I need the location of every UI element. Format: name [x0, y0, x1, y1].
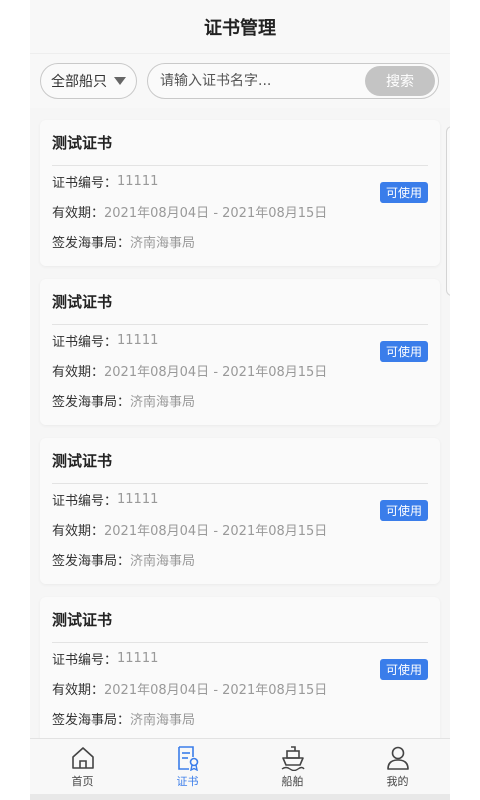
certificate-issuer-label: 签发海事局：: [52, 712, 131, 728]
page-title: 证书管理: [204, 17, 276, 39]
certificate-icon: [177, 745, 198, 771]
certificate-number-label: 证书编号：: [52, 652, 118, 668]
certificate-validity-label: 有效期：: [52, 364, 105, 380]
certificate-validity: 2021年08月04日 - 2021年08月15日: [104, 682, 328, 698]
certificate-number-row: 证书编号： 11111: [52, 643, 428, 673]
certificate-number-row: 证书编号： 11111: [52, 166, 428, 196]
certificate-issuer-row: 签发海事局： 济南海事局: [52, 544, 428, 574]
system-nav-strip: [30, 794, 450, 800]
certificate-issuer-label: 签发海事局：: [52, 394, 131, 410]
certificate-number: 11111: [117, 650, 159, 666]
certificate-issuer-row: 签发海事局： 济南海事局: [52, 703, 428, 733]
tab-certificate[interactable]: 证书: [135, 739, 240, 794]
app-header: 证书管理: [30, 0, 450, 54]
tab-mine-label: 我的: [386, 774, 409, 788]
status-badge: 可使用: [379, 182, 428, 203]
certificate-number-row: 证书编号： 11111: [52, 325, 428, 355]
certificate-validity-label: 有效期：: [52, 523, 105, 539]
search-button[interactable]: 搜索: [365, 66, 435, 96]
certificate-issuer-row: 签发海事局： 济南海事局: [52, 385, 428, 415]
ship-filter-value: 全部船只: [51, 74, 107, 90]
tab-ship[interactable]: 船舶: [240, 739, 345, 794]
filter-bar: 全部船只 搜索: [30, 54, 450, 296]
certificate-number-label: 证书编号：: [52, 493, 118, 509]
app-frame: 证书管理 全部船只 搜索 测试证书 证书编号： 11111 有效期： 2021年…: [30, 0, 450, 800]
certificate-issuer: 济南海事局: [130, 712, 196, 728]
certificate-number: 11111: [117, 491, 159, 507]
certificate-validity-label: 有效期：: [52, 205, 105, 221]
certificate-issuer: 济南海事局: [130, 235, 196, 251]
certificate-issuer-row: 签发海事局： 济南海事局: [52, 226, 428, 256]
certificate-number-row: 证书编号： 11111: [52, 484, 428, 514]
certificate-validity-row: 有效期： 2021年08月04日 - 2021年08月15日: [52, 196, 428, 226]
certificate-validity: 2021年08月04日 - 2021年08月15日: [104, 523, 328, 539]
certificate-card[interactable]: 测试证书 证书编号： 11111 有效期： 2021年08月04日 - 2021…: [40, 120, 440, 266]
certificate-validity: 2021年08月04日 - 2021年08月15日: [104, 364, 328, 380]
user-icon: [386, 746, 409, 770]
tab-home[interactable]: 首页: [30, 739, 135, 794]
caret-down-icon: [114, 77, 126, 85]
certificate-title: 测试证书: [52, 120, 428, 166]
certificate-validity-row: 有效期： 2021年08月04日 - 2021年08月15日: [52, 355, 428, 385]
certificate-issuer-label: 签发海事局：: [52, 235, 131, 251]
search-box: 搜索: [147, 63, 439, 99]
ship-filter-dropdown[interactable]: 全部船只: [40, 63, 137, 99]
ship-icon: [281, 745, 305, 771]
certificate-card[interactable]: 测试证书 证书编号： 11111 有效期： 2021年08月04日 - 2021…: [40, 279, 440, 425]
certificate-title: 测试证书: [52, 597, 428, 643]
certificate-issuer: 济南海事局: [130, 394, 196, 410]
certificate-card[interactable]: 测试证书 证书编号： 11111 有效期： 2021年08月04日 - 2021…: [40, 438, 440, 584]
tab-certificate-label: 证书: [176, 774, 199, 788]
certificate-validity-row: 有效期： 2021年08月04日 - 2021年08月15日: [52, 514, 428, 544]
search-input[interactable]: [148, 73, 348, 89]
certificate-validity-row: 有效期： 2021年08月04日 - 2021年08月15日: [52, 673, 428, 703]
certificate-validity: 2021年08月04日 - 2021年08月15日: [104, 205, 328, 221]
certificate-number: 11111: [117, 332, 159, 348]
certificate-number-label: 证书编号：: [52, 175, 118, 191]
bottom-tab-bar: 首页 证书 船舶 我的: [30, 738, 450, 794]
tab-home-label: 首页: [71, 774, 94, 788]
certificate-issuer: 济南海事局: [130, 553, 196, 569]
certificate-validity-label: 有效期：: [52, 682, 105, 698]
certificate-title: 测试证书: [52, 279, 428, 325]
tab-ship-label: 船舶: [281, 774, 304, 788]
certificate-card[interactable]: 测试证书 证书编号： 11111 有效期： 2021年08月04日 - 2021…: [40, 597, 440, 738]
certificate-number-label: 证书编号：: [52, 334, 118, 350]
status-badge: 可使用: [379, 341, 428, 362]
certificate-issuer-label: 签发海事局：: [52, 553, 131, 569]
status-badge: 可使用: [379, 500, 428, 521]
certificate-number: 11111: [117, 173, 159, 189]
certificate-title: 测试证书: [52, 438, 428, 484]
tab-mine[interactable]: 我的: [345, 739, 450, 794]
certificate-list: 测试证书 证书编号： 11111 有效期： 2021年08月04日 - 2021…: [30, 108, 450, 738]
status-badge: 可使用: [379, 659, 428, 680]
home-icon: [71, 746, 94, 769]
